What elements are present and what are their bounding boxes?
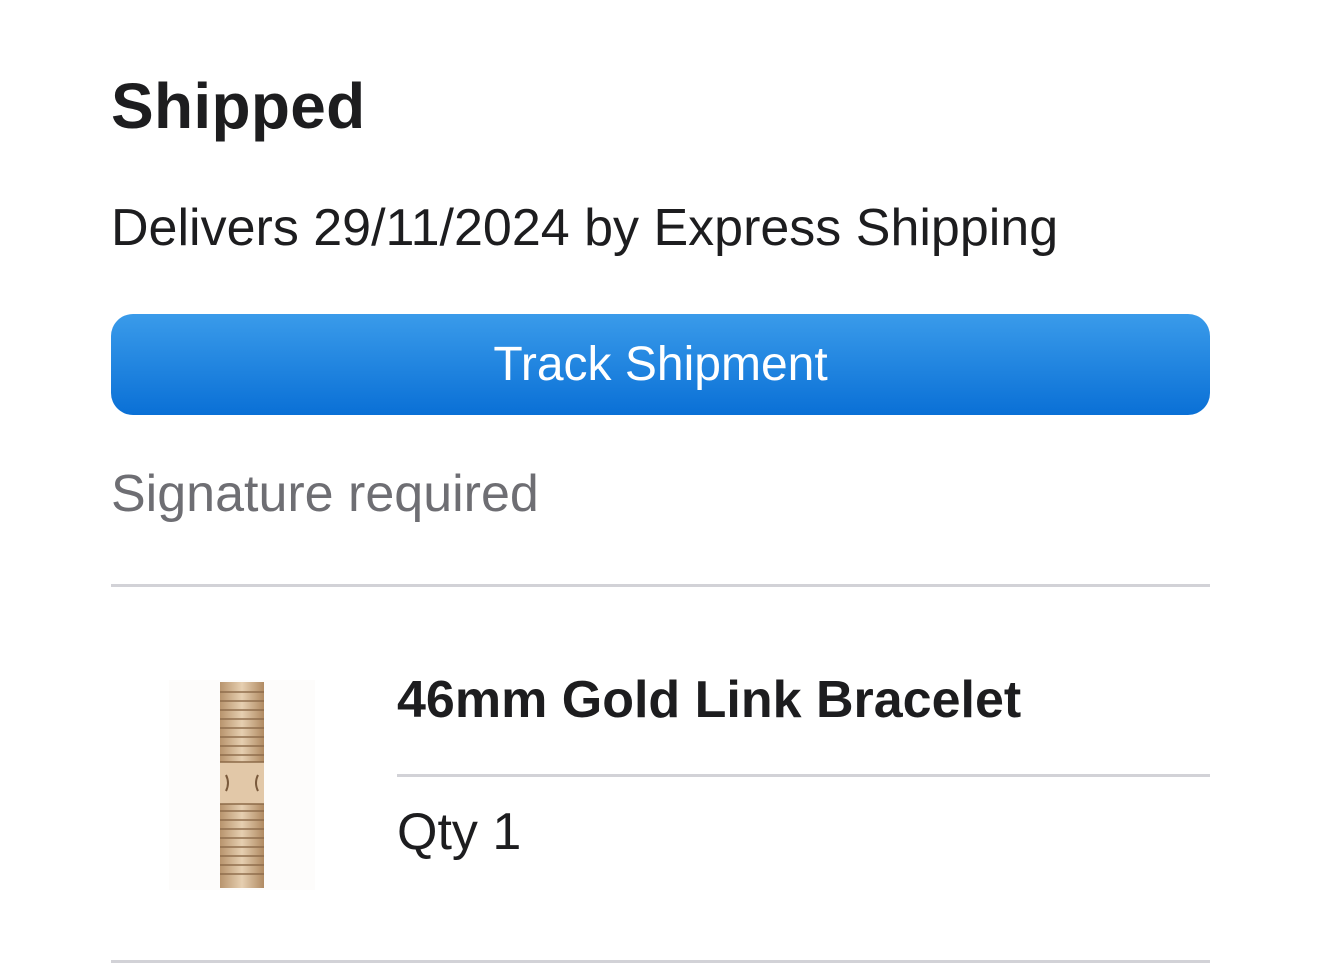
track-shipment-button[interactable]: Track Shipment: [111, 314, 1210, 415]
section-divider: [111, 584, 1210, 587]
product-divider: [397, 774, 1210, 777]
product-name[interactable]: 46mm Gold Link Bracelet: [397, 668, 1021, 732]
section-divider-bottom: [111, 960, 1210, 963]
signature-required-note: Signature required: [111, 465, 539, 523]
shipment-status-title: Shipped: [111, 70, 366, 142]
shipment-card: Shipped Delivers 29/11/2024 by Express S…: [111, 0, 1210, 980]
gold-link-bracelet-image[interactable]: [169, 680, 315, 890]
product-quantity: Qty 1: [397, 803, 522, 861]
delivery-estimate: Delivers 29/11/2024 by Express Shipping: [111, 199, 1059, 257]
